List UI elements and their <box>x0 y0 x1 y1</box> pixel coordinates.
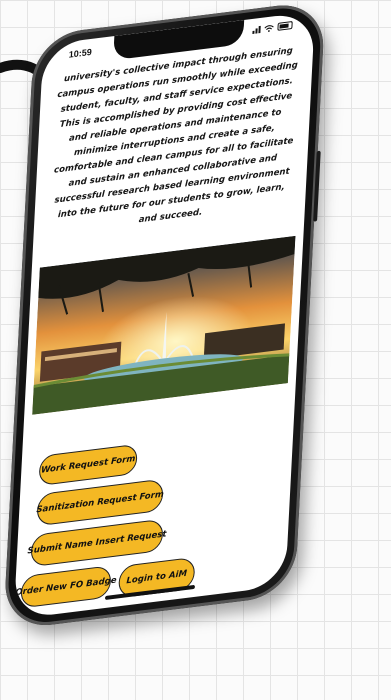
work-request-button[interactable]: Work Request Form <box>38 443 138 487</box>
battery-icon <box>277 20 293 31</box>
signal-icon <box>252 25 261 34</box>
mission-text: university's collective impact through e… <box>53 45 298 226</box>
status-time: 10:59 <box>68 46 93 60</box>
order-fo-badge-button[interactable]: Order New FO Badge <box>15 565 117 609</box>
sanitization-request-button[interactable]: Sanitization Request Form <box>36 478 164 527</box>
side-button <box>313 150 321 222</box>
name-insert-request-button[interactable]: Submit Name Insert Request <box>27 518 167 568</box>
phone-frame: 10:59 university's collective impact thr… <box>3 0 326 631</box>
wifi-icon <box>264 24 274 32</box>
status-icons <box>252 20 293 34</box>
campus-fountain-photo <box>32 235 296 415</box>
phone-screen: 10:59 university's collective impact thr… <box>13 11 316 620</box>
